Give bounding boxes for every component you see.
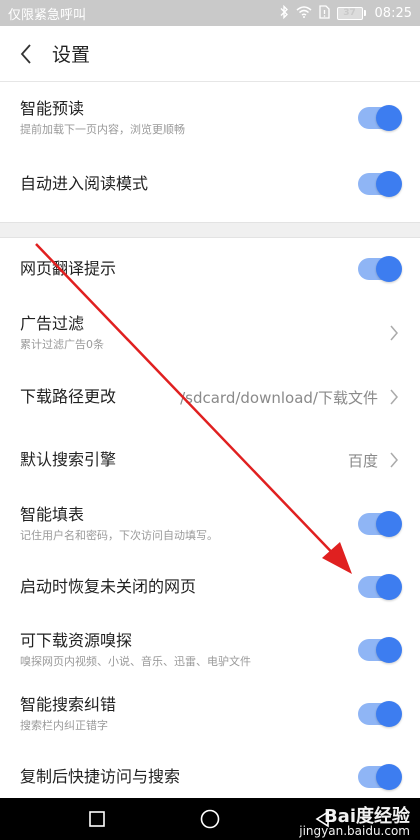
translate-hint-toggle[interactable] bbox=[358, 256, 402, 282]
setting-download-path[interactable]: 下载路径更改 /sdcard/download/下载文件 bbox=[0, 366, 420, 428]
setting-restore-pages[interactable]: 启动时恢复未关闭的网页 bbox=[0, 556, 420, 618]
wifi-icon bbox=[296, 5, 312, 21]
setting-subtitle: 嗅探网页内视频、小说、音乐、迅雷、电驴文件 bbox=[20, 655, 251, 668]
watermark-url: jingyan.baidu.com bbox=[299, 824, 410, 838]
setting-title: 广告过滤 bbox=[20, 314, 85, 333]
clock: 08:25 bbox=[374, 5, 412, 21]
chevron-right-icon bbox=[388, 450, 400, 470]
battery-icon: 37 bbox=[336, 6, 366, 20]
setting-title: 智能搜索纠错 bbox=[20, 695, 117, 714]
restore-pages-toggle[interactable] bbox=[358, 574, 402, 600]
section-divider bbox=[0, 222, 420, 238]
setting-title: 默认搜索引擎 bbox=[20, 450, 117, 469]
chevron-right-icon bbox=[388, 323, 400, 343]
search-correct-toggle[interactable] bbox=[358, 701, 402, 727]
setting-title: 智能预读 bbox=[20, 99, 85, 118]
setting-title: 自动进入阅读模式 bbox=[20, 174, 149, 193]
resource-sniff-toggle[interactable] bbox=[358, 637, 402, 663]
auto-reader-toggle[interactable] bbox=[358, 171, 402, 197]
setting-search-engine[interactable]: 默认搜索引擎 百度 bbox=[0, 428, 420, 492]
settings-group-reading: 智能预读 提前加载下一页内容，浏览更顺畅 自动进入阅读模式 bbox=[0, 82, 420, 214]
setting-auto-fill[interactable]: 智能填表 记住用户名和密码，下次访问自动填写。 bbox=[0, 492, 420, 556]
status-icons: 37 08:25 bbox=[279, 4, 412, 22]
app-header: 设置 bbox=[0, 26, 420, 82]
copy-search-toggle[interactable] bbox=[358, 764, 402, 790]
chevron-right-icon bbox=[388, 387, 400, 407]
setting-title: 可下载资源嗅探 bbox=[20, 631, 133, 650]
download-path-value: /sdcard/download/下载文件 bbox=[180, 388, 378, 407]
setting-subtitle: 累计过滤广告0条 bbox=[20, 338, 104, 351]
setting-title: 复制后快捷访问与搜索 bbox=[20, 767, 181, 786]
auto-fill-toggle[interactable] bbox=[358, 511, 402, 537]
setting-search-correct[interactable]: 智能搜索纠错 搜索栏内纠正错字 bbox=[0, 682, 420, 746]
setting-subtitle: 搜索栏内纠正错字 bbox=[20, 719, 108, 732]
setting-title: 下载路径更改 bbox=[20, 387, 117, 406]
setting-title: 网页翻译提示 bbox=[20, 259, 117, 278]
watermark-brand: Bai度经验 bbox=[323, 806, 410, 827]
setting-resource-sniff[interactable]: 可下载资源嗅探 嗅探网页内视频、小说、音乐、迅雷、电驴文件 bbox=[0, 618, 420, 682]
battery-level: 37 bbox=[336, 6, 363, 20]
status-bar: 仅限紧急呼叫 37 08:25 bbox=[0, 0, 420, 26]
setting-title: 启动时恢复未关闭的网页 bbox=[20, 577, 197, 596]
search-engine-value: 百度 bbox=[347, 451, 378, 470]
setting-smart-preread[interactable]: 智能预读 提前加载下一页内容，浏览更顺畅 bbox=[0, 82, 420, 154]
bluetooth-icon bbox=[279, 4, 289, 22]
setting-ad-filter[interactable]: 广告过滤 累计过滤广告0条 bbox=[0, 300, 420, 366]
carrier-text: 仅限紧急呼叫 bbox=[8, 7, 87, 23]
back-icon[interactable] bbox=[0, 26, 52, 82]
setting-subtitle: 记住用户名和密码，下次访问自动填写。 bbox=[20, 529, 218, 542]
setting-subtitle: 提前加载下一页内容，浏览更顺畅 bbox=[20, 123, 185, 136]
page-title: 设置 bbox=[52, 44, 91, 66]
no-sim-icon bbox=[318, 4, 330, 22]
setting-title: 智能填表 bbox=[20, 505, 85, 524]
setting-auto-reader[interactable]: 自动进入阅读模式 bbox=[0, 154, 420, 214]
smart-preread-toggle[interactable] bbox=[358, 105, 402, 131]
watermark: Bai度经验 jingyan.baidu.com bbox=[299, 806, 410, 839]
setting-translate-hint[interactable]: 网页翻译提示 bbox=[0, 238, 420, 300]
recent-apps-icon[interactable] bbox=[77, 799, 117, 839]
home-icon[interactable] bbox=[190, 799, 230, 839]
settings-group-general: 网页翻译提示 广告过滤 累计过滤广告0条 下载路径更改 /sdcard/down… bbox=[0, 238, 420, 808]
